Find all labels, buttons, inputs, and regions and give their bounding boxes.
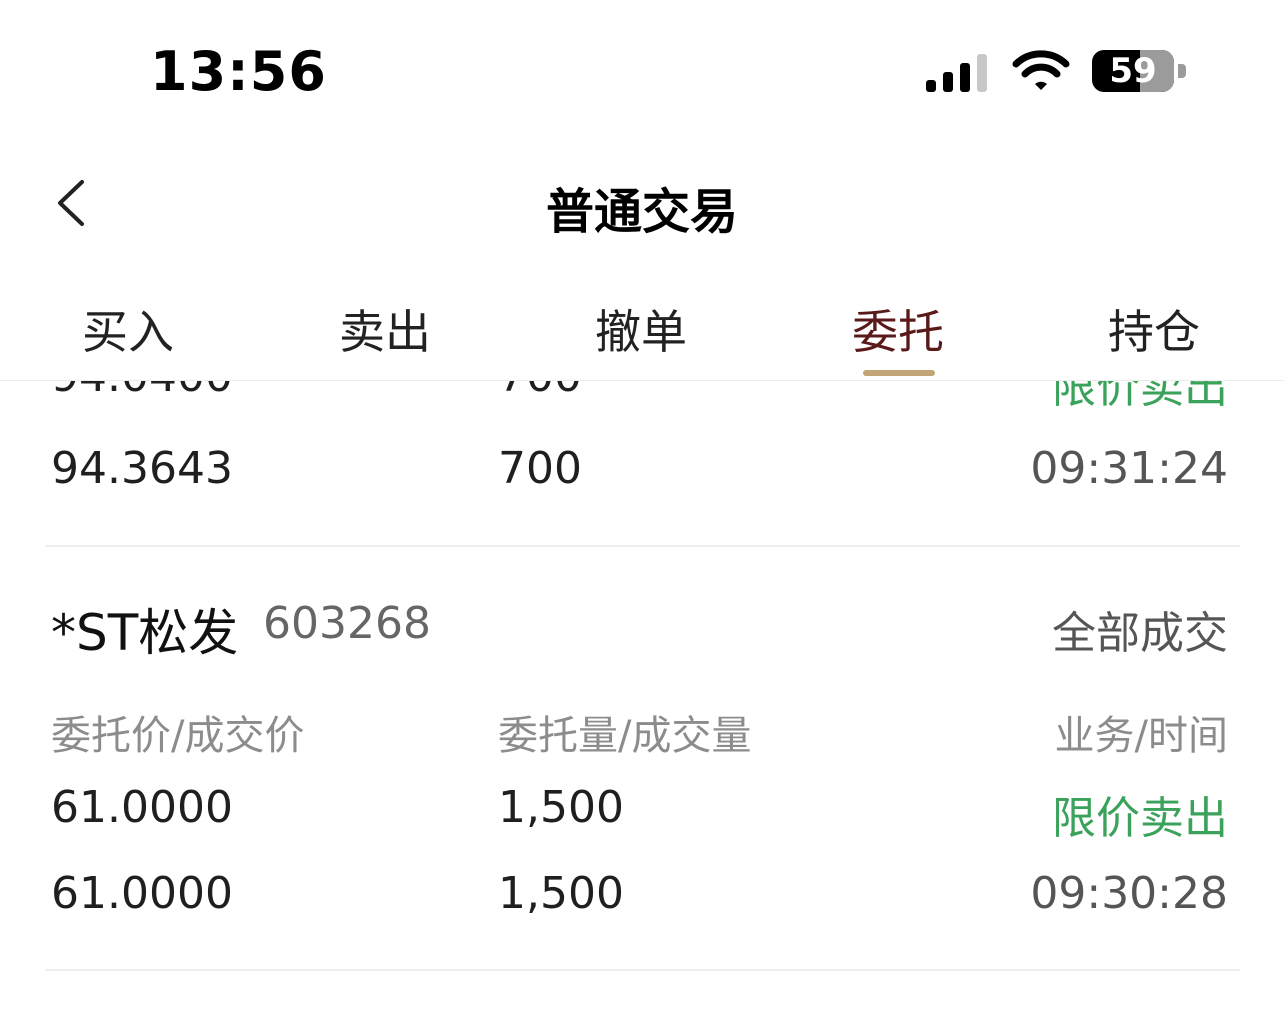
col-header-qty: 委托量/成交量 [498,713,752,759]
order-price: 61.0000 [51,782,233,833]
stock-name: *ST松发 [51,604,239,662]
order-price: 94.0400 [51,381,233,402]
order-business: 限价卖出 [1052,381,1228,413]
tab-active-indicator [863,370,935,376]
cellular-signal-icon [926,52,990,92]
deal-price: 61.0000 [51,868,233,919]
order-qty: 1,500 [498,782,624,833]
status-time: 13:56 [150,40,327,103]
col-header-price: 委托价/成交价 [51,713,305,759]
tab-sell[interactable]: 卖出 [265,296,505,362]
tab-buy[interactable]: 买入 [8,296,248,362]
row-divider [45,969,1240,971]
order-list[interactable]: 94.0400 700 限价卖出 94.3643 700 09:31:24 *S… [0,381,1284,1009]
page-title: 普通交易 [545,184,738,240]
deal-price: 94.3643 [51,443,233,494]
row-divider [45,545,1240,547]
order-business: 限价卖出 [1052,793,1228,844]
order-status: 全部成交 [1052,608,1228,659]
wifi-icon [1012,50,1070,90]
order-time: 09:31:24 [1030,443,1228,494]
deal-qty: 1,500 [498,868,624,919]
tab-positions[interactable]: 持仓 [1034,296,1274,362]
col-header-business: 业务/时间 [1054,713,1228,759]
order-time: 09:30:28 [1030,868,1228,919]
tab-orders[interactable]: 委托 [778,296,1018,362]
battery-level: 59 [1109,51,1157,91]
stock-code: 603268 [263,598,431,649]
battery-tip [1178,64,1186,78]
deal-qty: 700 [498,443,582,494]
battery-icon: 59 [1092,50,1174,92]
order-qty: 700 [498,381,582,402]
tab-cancel[interactable]: 撤单 [521,296,761,362]
